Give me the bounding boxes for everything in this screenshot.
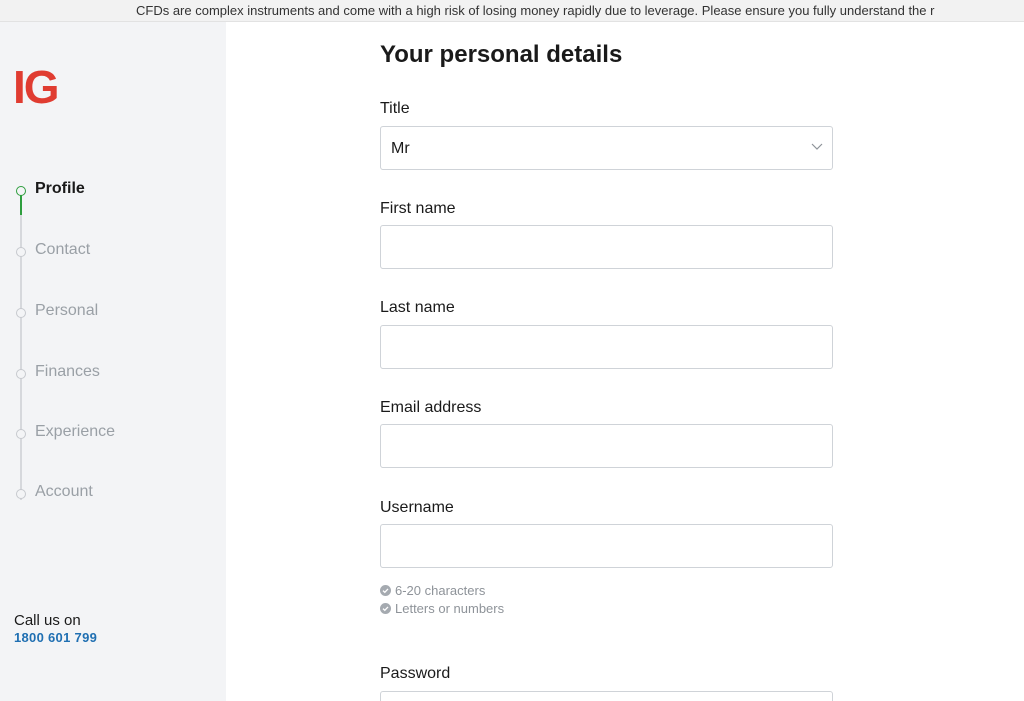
- username-hint: Letters or numbers: [380, 600, 504, 618]
- step-contact: Contact: [0, 239, 226, 263]
- last-name-input[interactable]: [381, 326, 832, 368]
- first-name-input[interactable]: [381, 226, 832, 268]
- first-name-label: First name: [380, 200, 456, 217]
- step-dot-icon: [16, 247, 26, 257]
- step-dot-icon: [16, 429, 26, 439]
- step-label: Account: [35, 483, 93, 500]
- phone-number-link[interactable]: 1800 601 799: [14, 630, 97, 645]
- title-select[interactable]: Mr: [380, 126, 833, 170]
- username-requirements: 6-20 characters Letters or numbers: [380, 582, 504, 618]
- last-name-field-wrap: [380, 325, 833, 369]
- username-label: Username: [380, 499, 454, 516]
- title-select-value: Mr: [391, 140, 410, 157]
- sidebar: IG Profile Contact Personal Finances Exp…: [0, 22, 226, 701]
- username-hint: 6-20 characters: [380, 582, 504, 600]
- email-label: Email address: [380, 399, 482, 416]
- username-field-wrap: [380, 524, 833, 568]
- call-us-label: Call us on: [14, 612, 81, 629]
- step-finances: Finances: [0, 361, 226, 385]
- email-input[interactable]: [381, 425, 832, 467]
- password-label: Password: [380, 665, 451, 682]
- step-personal: Personal: [0, 300, 226, 324]
- step-profile: Profile: [0, 178, 226, 202]
- step-label: Profile: [35, 180, 85, 197]
- ig-logo[interactable]: IG: [13, 64, 60, 110]
- step-account: Account: [0, 481, 226, 505]
- step-dot-icon: [16, 186, 26, 196]
- step-label: Finances: [35, 363, 100, 380]
- email-field-wrap: [380, 424, 833, 468]
- check-circle-icon: [380, 603, 391, 614]
- password-input[interactable]: [381, 692, 832, 701]
- hint-text: 6-20 characters: [395, 583, 486, 598]
- hint-text: Letters or numbers: [395, 601, 505, 616]
- risk-warning-text: CFDs are complex instruments and come wi…: [136, 3, 935, 18]
- step-dot-icon: [16, 308, 26, 318]
- step-label: Personal: [35, 302, 99, 319]
- page-title: Your personal details: [380, 41, 623, 68]
- step-experience: Experience: [0, 421, 226, 445]
- last-name-label: Last name: [380, 299, 455, 316]
- step-dot-icon: [16, 489, 26, 499]
- chevron-down-icon: [811, 143, 823, 150]
- check-circle-icon: [380, 585, 391, 596]
- step-label: Experience: [35, 423, 116, 440]
- step-dot-icon: [16, 369, 26, 379]
- first-name-field-wrap: [380, 225, 833, 269]
- risk-warning-banner: CFDs are complex instruments and come wi…: [0, 0, 1024, 22]
- password-field-wrap: [380, 691, 833, 701]
- username-input[interactable]: [381, 525, 832, 567]
- step-label: Contact: [35, 241, 91, 258]
- title-label: Title: [380, 100, 410, 117]
